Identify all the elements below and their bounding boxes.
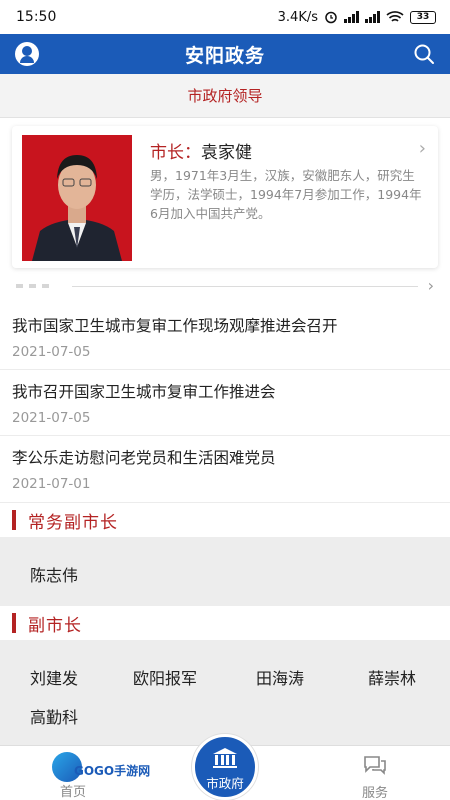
category-marker: [12, 510, 16, 530]
chevron-right-icon[interactable]: ›: [428, 276, 434, 295]
executive-vice-mayor-header: 常务副市长: [0, 503, 450, 537]
news-item[interactable]: 李公乐走访慰问老党员和生活困难党员 2021-07-01: [0, 436, 450, 503]
news-title: 我市召开国家卫生城市复审工作推进会: [12, 383, 276, 401]
section-header: 市政府领导: [0, 74, 450, 118]
news-title: 李公乐走访慰问老党员和生活困难党员: [12, 449, 276, 467]
person-name[interactable]: 薛崇林: [368, 665, 416, 689]
net-speed: 3.4K/s: [277, 9, 318, 25]
tab-city-government[interactable]: 市政府: [192, 734, 258, 800]
search-icon[interactable]: [412, 42, 436, 66]
leader-title: 市长：袁家健: [150, 138, 252, 163]
news-item[interactable]: 我市召开国家卫生城市复审工作推进会 2021-07-05: [0, 370, 450, 436]
chevron-right-icon: ›: [418, 138, 426, 159]
news-item[interactable]: 我市国家卫生城市复审工作现场观摩推进会召开 2021-07-05: [0, 304, 450, 370]
news-date: 2021-07-01: [12, 476, 91, 492]
leader-photo: [22, 135, 132, 261]
signal-icon: [344, 11, 359, 23]
government-building-icon: [213, 748, 237, 768]
signal-icon-2: [365, 11, 380, 23]
section-header-label: 市政府领导: [187, 87, 263, 105]
person-name[interactable]: 高勤科: [30, 704, 78, 728]
category-marker: [12, 613, 16, 633]
tab-bar: GOGO手游网 首页 市政府 服务: [0, 734, 450, 800]
person-name[interactable]: 刘建发: [30, 665, 78, 689]
app-title: 安阳政务: [184, 44, 265, 67]
pager-dot: [29, 284, 36, 288]
chat-icon: [364, 756, 386, 775]
person-name[interactable]: 田海涛: [256, 665, 304, 689]
leader-card[interactable]: 市长：袁家健 男，1971年3月生，汉族，安徽肥东人，研究生学历，法学硕士，19…: [12, 126, 438, 268]
status-bar: 15:50 3.4K/s 33: [0, 0, 450, 34]
tab-home-label: 首页: [60, 785, 87, 800]
news-title: 我市国家卫生城市复审工作现场观摩推进会召开: [12, 317, 338, 335]
status-indicators: 3.4K/s 33: [278, 10, 436, 25]
status-time: 15:50: [16, 9, 57, 25]
tab-service-label: 服务: [361, 786, 388, 800]
leader-role: 市长：: [150, 143, 201, 163]
tab-service[interactable]: 服务: [352, 754, 398, 800]
category-label: 常务副市长: [28, 513, 118, 533]
news-date: 2021-07-05: [12, 410, 91, 426]
person-name[interactable]: 陈志伟: [30, 562, 78, 586]
pager-line: [72, 286, 418, 287]
pager-dot: [42, 284, 49, 288]
user-icon[interactable]: [15, 42, 39, 66]
vice-mayor-header: 副市长: [0, 606, 450, 640]
tab-home[interactable]: GOGO手游网 首页: [52, 750, 150, 800]
pager-dot: [16, 284, 23, 288]
category-label: 副市长: [28, 616, 82, 636]
wifi-icon: [386, 11, 404, 22]
leader-name: 袁家健: [201, 143, 252, 163]
leader-bio: 男，1971年3月生，汉族，安徽肥东人，研究生学历，法学硕士，1994年7月参加…: [150, 168, 422, 221]
app-bar: 安阳政务: [0, 34, 450, 74]
alarm-icon: [325, 11, 337, 24]
news-date: 2021-07-05: [12, 344, 91, 360]
watermark-text: GOGO手游网: [74, 764, 151, 778]
battery-icon: 33: [410, 10, 436, 24]
carousel-pager: ›: [16, 276, 434, 295]
person-name[interactable]: 欧阳报军: [133, 665, 197, 689]
tab-city-government-label: 市政府: [206, 776, 244, 791]
